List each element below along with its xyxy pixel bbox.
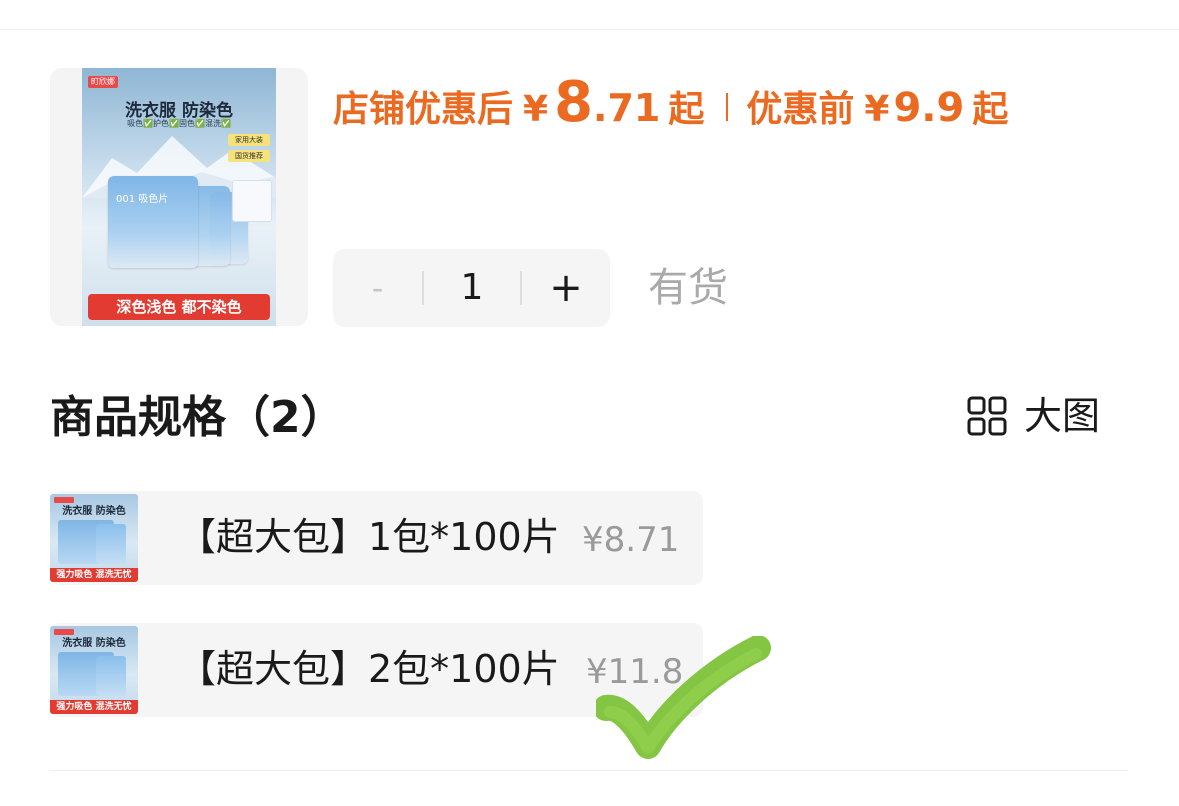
product-thumbnail[interactable]: 町欣娜 洗衣服 防染色 吸色✅护色✅固色✅混洗✅ 家用大装 国货推荐 001 吸… [50, 68, 308, 326]
price-after-integer: 8 [554, 70, 594, 135]
quantity-minus-button[interactable]: - [333, 249, 422, 327]
pack-graphic [96, 656, 126, 696]
stock-status: 有货 [648, 265, 728, 311]
price-after-currency: ¥ [523, 89, 549, 130]
price-line: 店铺优惠后 ¥8.71 起优惠前 ¥9.9 起 [333, 70, 1009, 135]
sheet-graphic [232, 180, 272, 222]
big-image-button[interactable]: 大图 [966, 392, 1100, 440]
pack-label: 001 吸色片 [116, 194, 169, 205]
spec-option-name: 【超大包】1包*100片 [178, 515, 560, 559]
price-after-label: 店铺优惠后 [333, 89, 514, 130]
spec-option-thumbnail: 洗衣服 防染色 强力吸色 混洗无忧 [50, 494, 138, 582]
big-image-label: 大图 [1024, 394, 1101, 438]
spec-section-title: 商品规格（2） [50, 392, 345, 443]
brand-tag: 町欣娜 [88, 76, 118, 88]
spec-option-selected[interactable]: 洗衣服 防染色 强力吸色 混洗无忧 【超大包】2包*100片 ¥11.8 [50, 623, 703, 717]
badge-recommended: 国货推荐 [228, 150, 270, 162]
price-separator [726, 93, 729, 121]
pack-graphic: 001 吸色片 [108, 176, 198, 268]
grid-icon [967, 396, 1007, 436]
price-before-value: 9.9 [893, 85, 965, 131]
spec-option[interactable]: 洗衣服 防染色 强力吸色 混洗无忧 【超大包】1包*100片 ¥8.71 [50, 491, 703, 585]
thumbnail-title: 洗衣服 防染色 [62, 506, 126, 517]
spec-option-thumbnail: 洗衣服 防染色 强力吸色 混洗无忧 [50, 626, 138, 714]
price-after-suffix: 起 [668, 89, 705, 130]
quantity-stepper: - 1 + [333, 249, 610, 327]
top-divider [0, 29, 1179, 30]
quantity-plus-button[interactable]: + [522, 249, 610, 327]
spec-option-name: 【超大包】2包*100片 [178, 647, 560, 691]
product-sku-panel: 町欣娜 洗衣服 防染色 吸色✅护色✅固色✅混洗✅ 家用大装 国货推荐 001 吸… [0, 0, 1179, 806]
spec-option-price: ¥8.71 [582, 520, 680, 560]
price-before-label: 优惠前 [746, 89, 855, 130]
badge-family-size: 家用大装 [228, 134, 270, 146]
thumbnail-banner: 强力吸色 混洗无忧 [50, 568, 138, 582]
price-before-suffix: 起 [972, 89, 1009, 130]
bottom-divider [50, 770, 1128, 771]
spec-option-price: ¥11.8 [586, 652, 684, 692]
product-image: 町欣娜 洗衣服 防染色 吸色✅护色✅固色✅混洗✅ 家用大装 国货推荐 001 吸… [82, 68, 276, 326]
price-after-decimal: .71 [593, 86, 661, 130]
thumbnail-title: 洗衣服 防染色 [62, 638, 126, 649]
image-bottom-banner: 深色浅色 都不染色 [88, 294, 270, 320]
price-before-currency: ¥ [864, 89, 890, 130]
pack-graphic [96, 524, 126, 564]
quantity-value[interactable]: 1 [424, 249, 520, 327]
thumbnail-banner: 强力吸色 混洗无忧 [50, 700, 138, 714]
